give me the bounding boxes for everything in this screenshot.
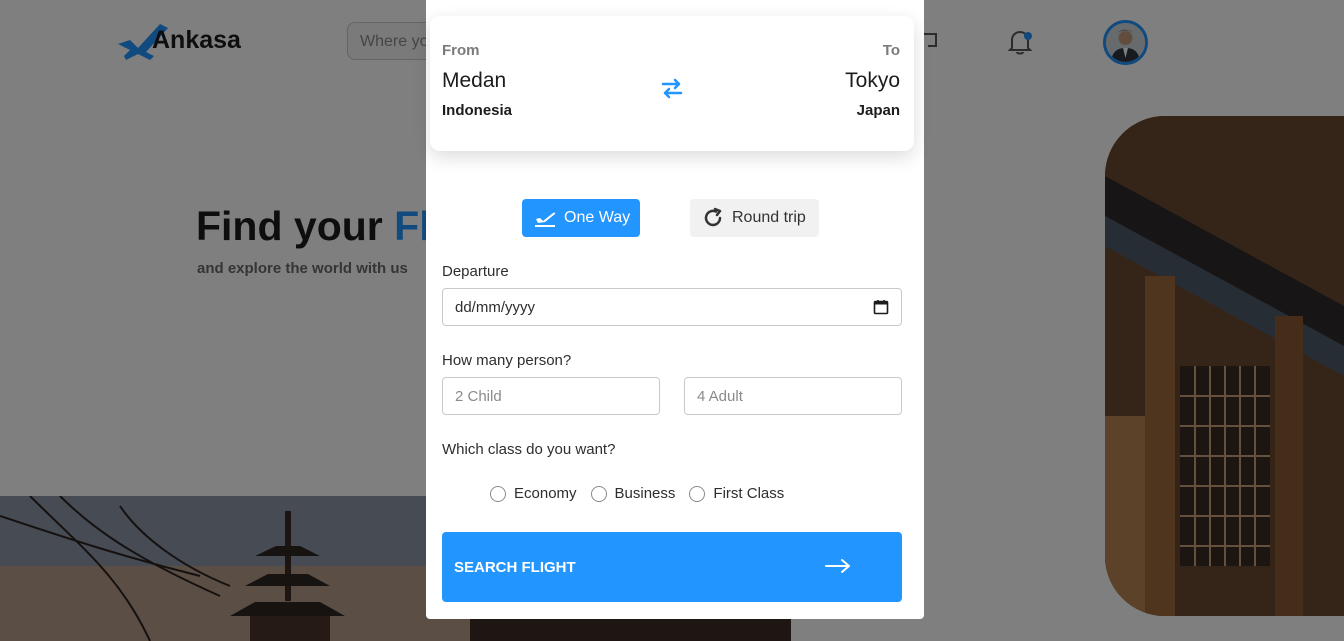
persons-label: How many person? (442, 352, 572, 369)
route-card: From To Medan Tokyo Indonesia Japan (430, 16, 914, 151)
class-option-business[interactable]: Business (590, 485, 676, 502)
calendar-icon[interactable] (873, 299, 889, 315)
search-flight-label: SEARCH FLIGHT (454, 558, 576, 576)
from-label: From (442, 42, 480, 59)
from-country: Indonesia (442, 102, 513, 119)
class-option-first[interactable]: First Class (689, 485, 784, 502)
to-label: To (882, 42, 900, 59)
swap-arrows-icon[interactable] (660, 76, 684, 100)
from-city[interactable]: Medan (442, 69, 506, 93)
class-option-economy[interactable]: Economy (490, 485, 577, 502)
refresh-icon (704, 207, 722, 227)
search-flight-button[interactable]: SEARCH FLIGHT (442, 532, 902, 602)
first-class-label: First Class (713, 485, 785, 502)
departure-label: Departure (442, 263, 509, 280)
one-way-label: One Way (564, 209, 631, 226)
class-label: Which class do you want? (442, 441, 616, 458)
search-flight-modal: From To Medan Tokyo Indonesia Japan One … (426, 0, 924, 619)
class-radio-group: Economy Business First Class (490, 485, 798, 502)
plane-departure-icon (535, 212, 556, 227)
to-city[interactable]: Tokyo (845, 69, 900, 93)
economy-radio[interactable] (490, 485, 506, 502)
departure-date-placeholder: dd/mm/yyyy (455, 298, 536, 316)
round-trip-label: Round trip (732, 209, 806, 226)
first-class-radio[interactable] (689, 485, 706, 502)
to-country: Japan (856, 102, 900, 119)
one-way-button[interactable]: One Way (522, 199, 640, 237)
economy-label: Economy (514, 485, 577, 502)
business-label: Business (614, 485, 676, 502)
round-trip-button[interactable]: Round trip (690, 199, 819, 237)
child-count-input[interactable] (442, 377, 660, 415)
adult-count-input[interactable] (684, 377, 902, 415)
business-radio[interactable] (590, 485, 607, 502)
departure-date-input[interactable]: dd/mm/yyyy (442, 288, 902, 326)
arrow-right-icon (825, 559, 850, 573)
